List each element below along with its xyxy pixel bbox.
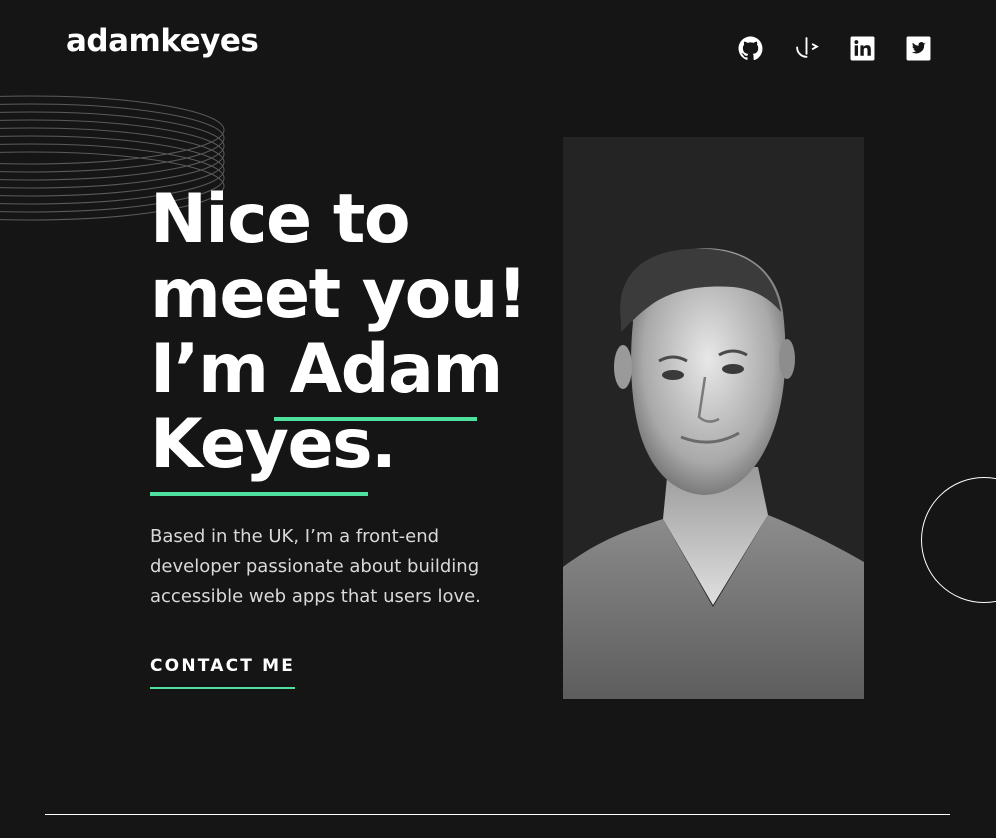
headline-line: Nice to (150, 180, 411, 259)
linkedin-icon (850, 36, 875, 61)
contact-me-button[interactable]: CONTACT ME (150, 654, 296, 689)
headline-line: meet you! (150, 255, 528, 334)
twitter-icon (906, 36, 931, 61)
frontend-mentor-icon (796, 37, 819, 58)
linkedin-link[interactable] (850, 36, 875, 61)
intro-text: Based in the UK, I’m a front-end develop… (150, 526, 481, 607)
social-links (738, 36, 931, 61)
github-icon (738, 36, 763, 61)
section-divider (45, 814, 950, 815)
logo-link[interactable]: adamkeyes (66, 21, 259, 61)
portfolio-page: adamkeyes Nice to meet you! I’m Adam Key… (0, 0, 996, 838)
frontend-mentor-link[interactable] (794, 36, 819, 61)
portrait-illustration (563, 137, 864, 699)
hero-headline: Nice to meet you! I’m Adam Keyes. (150, 180, 528, 482)
github-link[interactable] (738, 36, 763, 61)
profile-photo (563, 137, 864, 699)
name-underline (150, 492, 368, 496)
decorative-circle (921, 477, 996, 603)
twitter-link[interactable] (906, 36, 931, 61)
headline-line: I’m Adam (150, 330, 503, 409)
name-underline (274, 417, 477, 421)
